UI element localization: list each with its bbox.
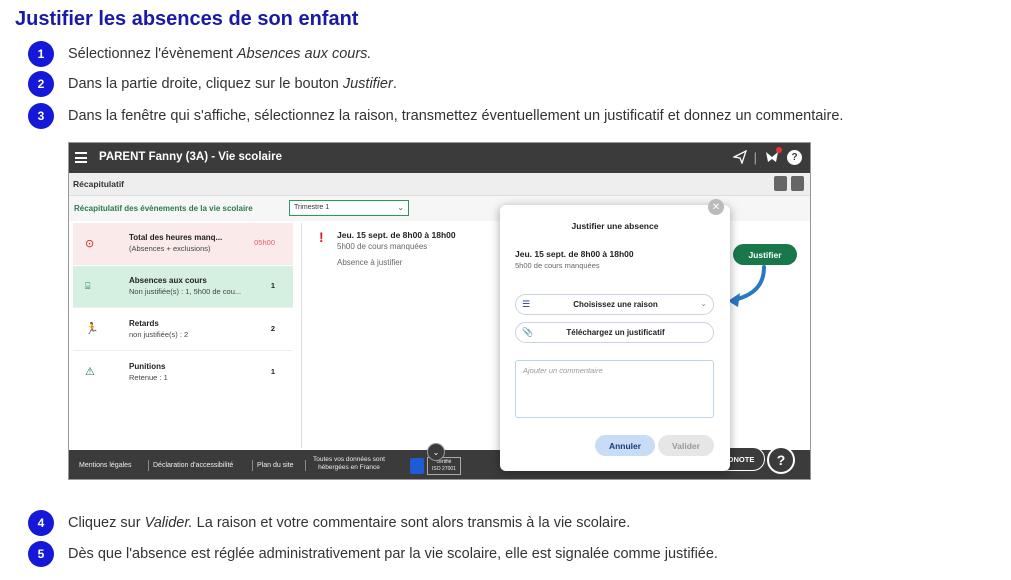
step-1: 1 Sélectionnez l'évènement Absences aux …: [28, 41, 371, 67]
topbar-divider: |: [753, 149, 757, 165]
footer-link-sitemap[interactable]: Plan du site: [257, 462, 294, 469]
print-icon[interactable]: [791, 176, 804, 191]
send-icon[interactable]: [732, 150, 747, 164]
scroll-down-icon[interactable]: ⌄: [427, 443, 445, 461]
alert-icon: !: [319, 229, 324, 245]
filter-label: Récapitulatif des évènements de la vie s…: [74, 204, 253, 213]
recap-title: Récapitulatif: [73, 179, 125, 189]
justifier-button[interactable]: Justifier: [733, 244, 797, 265]
sidebar-item-total-hours[interactable]: ⊙ Total des heures manq... (Absences + e…: [73, 223, 293, 265]
france-flag-icon: [410, 458, 424, 474]
app-title: PARENT Fanny (3A) - Vie scolaire: [99, 151, 282, 163]
validate-button[interactable]: Valider: [658, 435, 714, 456]
footer-link-mentions[interactable]: Mentions légales: [79, 462, 132, 469]
app-screenshot: PARENT Fanny (3A) - Vie scolaire | ? Réc…: [68, 142, 811, 480]
footer-link-accessibility[interactable]: Déclaration d'accessibilité: [153, 462, 233, 469]
close-icon[interactable]: ✕: [708, 199, 724, 215]
step-4: 4 Cliquez sur Valider. La raison et votr…: [28, 510, 630, 536]
cancel-button[interactable]: Annuler: [595, 435, 655, 456]
step-number-badge: 5: [28, 541, 54, 567]
step-3: 3 Dans la fenêtre qui s'affiche, sélecti…: [28, 103, 843, 129]
comment-field[interactable]: Ajouter un commentaire: [515, 360, 714, 418]
desk-icon: ⌸: [85, 281, 91, 291]
step-text: Dans la partie droite, cliquez sur le bo…: [68, 76, 397, 92]
step-5: 5 Dès que l'absence est réglée administr…: [28, 541, 718, 567]
pointer-arrow-icon: [728, 265, 766, 307]
sidebar-item-punitions[interactable]: ⚠ Punitions Retenue : 1 1: [73, 352, 293, 394]
recap-bar: Récapitulatif: [69, 173, 810, 196]
notification-icon[interactable]: [764, 147, 782, 165]
sidebar-item-retards[interactable]: 🏃 Retards non justifiée(s) : 2 2: [73, 309, 293, 351]
warning-icon: ⚠: [85, 366, 95, 378]
save-icon[interactable]: [774, 176, 787, 191]
step-text: Cliquez sur Valider. La raison et votre …: [68, 515, 631, 531]
period-select[interactable]: Trimestre 1 ⌄: [289, 200, 409, 216]
justify-dialog: ✕ Justifier une absence Jeu. 15 sept. de…: [500, 199, 730, 471]
page-title: Justifier les absences de son enfant: [15, 8, 359, 30]
step-number-badge: 2: [28, 71, 54, 97]
dialog-date: Jeu. 15 sept. de 8h00 à 18h00: [515, 249, 634, 259]
step-number-badge: 4: [28, 510, 54, 536]
step-text: Dans la fenêtre qui s'affiche, sélection…: [68, 108, 844, 124]
reason-select[interactable]: ☰ Choisissez une raison ⌄: [515, 294, 714, 315]
dialog-hours: 5h00 de cours manquées: [515, 261, 600, 270]
step-number-badge: 1: [28, 41, 54, 67]
sidebar: ⊙ Total des heures manq... (Absences + e…: [73, 223, 293, 448]
menu-icon[interactable]: [75, 152, 87, 163]
panel-divider: [301, 223, 302, 448]
step-number-badge: 3: [28, 103, 54, 129]
clock-icon: ⊙: [85, 238, 95, 250]
step-text: Sélectionnez l'évènement Absences aux co…: [68, 46, 372, 62]
hosting-notice: Toutes vos données sont hébergées en Fra…: [313, 456, 385, 471]
chevron-down-icon: ⌄: [700, 299, 707, 308]
step-2: 2 Dans la partie droite, cliquez sur le …: [28, 71, 397, 97]
help-icon[interactable]: ?: [787, 149, 802, 165]
sidebar-item-absences[interactable]: ⌸ Absences aux cours Non justifiée(s) : …: [73, 266, 293, 308]
step-text: Dès que l'absence est réglée administrat…: [68, 546, 718, 562]
help-button[interactable]: ?: [767, 446, 795, 474]
app-topbar: PARENT Fanny (3A) - Vie scolaire | ?: [69, 143, 810, 173]
runner-icon: 🏃: [85, 323, 99, 335]
chevron-down-icon: ⌄: [397, 203, 404, 212]
dialog-title: Justifier une absence: [571, 221, 659, 231]
upload-button[interactable]: 📎 Téléchargez un justificatif: [515, 322, 714, 343]
